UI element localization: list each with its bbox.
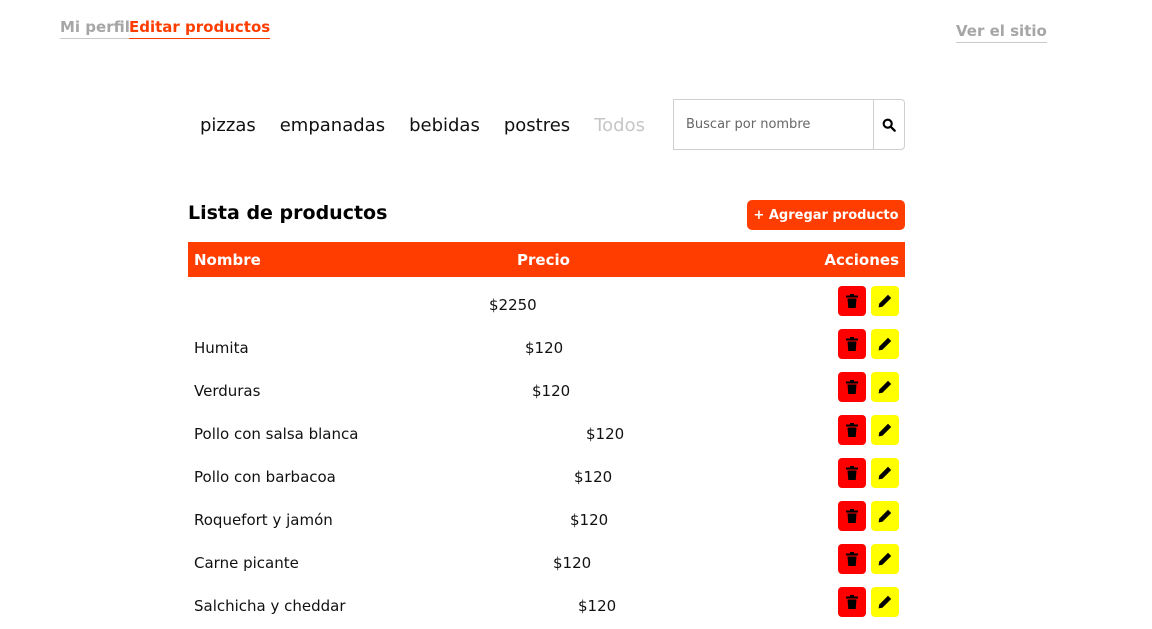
table-row: Salchicha y cheddar $120 — [188, 586, 905, 629]
pencil-icon — [878, 509, 892, 523]
header-actions: Acciones — [824, 251, 899, 269]
delete-button[interactable] — [838, 587, 866, 617]
trash-icon — [846, 294, 858, 308]
table-row: Roquefort y jamón $120 — [188, 500, 905, 543]
edit-button[interactable] — [871, 544, 899, 574]
filter-empanadas[interactable]: empanadas — [280, 115, 385, 136]
table-header: Nombre Precio Acciones — [188, 242, 905, 277]
header-price: Precio — [517, 251, 570, 269]
filter-postres[interactable]: postres — [504, 115, 570, 136]
delete-button[interactable] — [838, 286, 866, 316]
trash-icon — [846, 509, 858, 523]
delete-button[interactable] — [838, 329, 866, 359]
table-row: Pollo con salsa blanca $120 — [188, 414, 905, 457]
delete-button[interactable] — [838, 372, 866, 402]
search-input[interactable] — [673, 99, 873, 150]
edit-button[interactable] — [871, 329, 899, 359]
product-price: $120 — [553, 554, 592, 572]
product-name: Carne picante — [194, 554, 299, 572]
search-icon — [882, 118, 896, 132]
pencil-icon — [878, 380, 892, 394]
product-price: $120 — [570, 511, 609, 529]
product-name: Roquefort y jamón — [194, 511, 333, 529]
edit-button[interactable] — [871, 286, 899, 316]
product-price: $120 — [532, 382, 571, 400]
product-name: Humita — [194, 339, 249, 357]
table-row: Carne picante $120 — [188, 543, 905, 586]
edit-products-link[interactable]: Editar productos — [129, 18, 271, 39]
edit-button[interactable] — [871, 458, 899, 488]
trash-icon — [846, 466, 858, 480]
edit-button[interactable] — [871, 372, 899, 402]
filter-todos[interactable]: Todos — [594, 115, 645, 136]
table-row: $2250 — [188, 285, 905, 328]
edit-button[interactable] — [871, 587, 899, 617]
search-button[interactable] — [873, 99, 905, 150]
product-list-title: Lista de productos — [188, 202, 388, 224]
delete-button[interactable] — [838, 501, 866, 531]
search-bar — [673, 99, 905, 150]
table-row: Humita $120 — [188, 328, 905, 371]
delete-button[interactable] — [838, 458, 866, 488]
product-name: Verduras — [194, 382, 261, 400]
trash-icon — [846, 337, 858, 351]
trash-icon — [846, 595, 858, 609]
pencil-icon — [878, 595, 892, 609]
product-price: $2250 — [489, 296, 537, 314]
pencil-icon — [878, 552, 892, 566]
delete-button[interactable] — [838, 415, 866, 445]
pencil-icon — [878, 466, 892, 480]
product-price: $120 — [525, 339, 564, 357]
product-name: Pollo con salsa blanca — [194, 425, 359, 443]
pencil-icon — [878, 337, 892, 351]
filter-pizzas[interactable]: pizzas — [200, 115, 256, 136]
pencil-icon — [878, 294, 892, 308]
product-name: Pollo con barbacoa — [194, 468, 336, 486]
edit-button[interactable] — [871, 501, 899, 531]
filter-bebidas[interactable]: bebidas — [409, 115, 480, 136]
header-name: Nombre — [194, 251, 261, 269]
product-name: Salchicha y cheddar — [194, 597, 346, 615]
add-product-button[interactable]: + Agregar producto — [747, 200, 905, 230]
category-filters: pizzas empanadas bebidas postres Todos — [200, 114, 669, 136]
delete-button[interactable] — [838, 544, 866, 574]
trash-icon — [846, 552, 858, 566]
table-row: Verduras $120 — [188, 371, 905, 414]
pencil-icon — [878, 423, 892, 437]
trash-icon — [846, 423, 858, 437]
edit-button[interactable] — [871, 415, 899, 445]
trash-icon — [846, 380, 858, 394]
product-price: $120 — [586, 425, 625, 443]
product-price: $120 — [578, 597, 617, 615]
product-price: $120 — [574, 468, 613, 486]
view-site-link[interactable]: Ver el sitio — [956, 22, 1047, 43]
my-profile-link[interactable]: Mi perfil — [60, 18, 130, 39]
table-row: Pollo con barbacoa $120 — [188, 457, 905, 500]
